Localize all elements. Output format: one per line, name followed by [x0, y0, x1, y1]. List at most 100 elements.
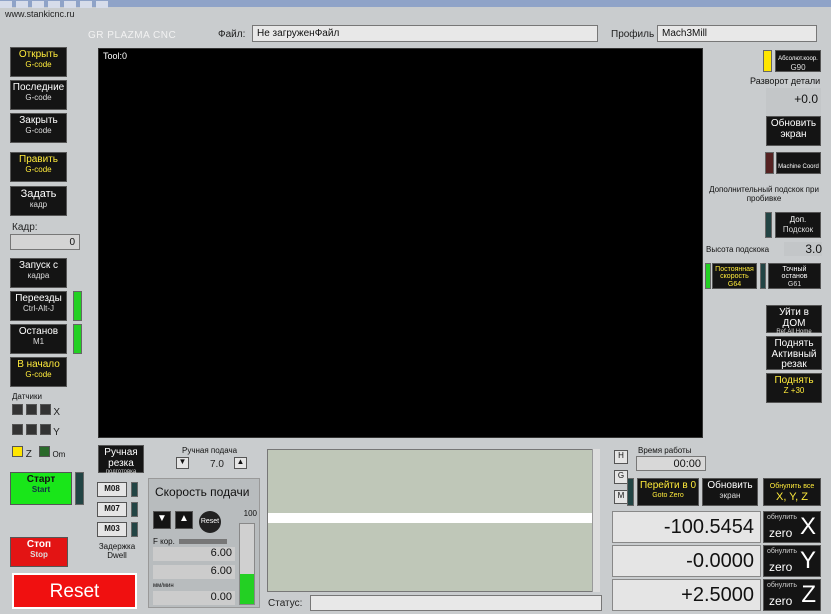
- jumps-main: Переезды: [15, 293, 62, 304]
- zero-all-button[interactable]: Обнулить все X, Y, Z: [763, 478, 821, 506]
- abs-coord-led: [763, 50, 772, 72]
- abs-coord-button[interactable]: Абсолют.коор. G90: [775, 50, 821, 72]
- sensor-row-x: X: [12, 404, 60, 418]
- set-line-button[interactable]: Задать кадр: [10, 186, 67, 216]
- set-line-main: Задать: [20, 188, 57, 200]
- goto-zero-main: Перейти в 0: [639, 480, 697, 491]
- reset-button[interactable]: Reset: [12, 573, 137, 609]
- sensor-row-y: Y: [12, 424, 60, 438]
- manual-cut-sub: подготовка: [105, 469, 137, 475]
- feed-percent-label: 100: [243, 509, 257, 518]
- sensor-indicator: [12, 424, 23, 435]
- dro-y[interactable]: -0.0000: [612, 545, 761, 577]
- manual-cut-button[interactable]: Ручная резка подготовка: [98, 445, 144, 475]
- zero-y-button[interactable]: обнулить zero Y: [763, 545, 821, 577]
- run-from-line-button[interactable]: Запуск с кадра: [10, 258, 67, 288]
- jumps-sub: Ctrl-Alt-J: [22, 303, 55, 313]
- h-button[interactable]: H: [614, 450, 628, 464]
- stop-main: Стоп: [26, 539, 52, 550]
- f-field: 6.00: [153, 565, 235, 579]
- sensor-indicator: [39, 404, 51, 415]
- m-button[interactable]: M: [614, 490, 628, 504]
- sensor-z-led: [12, 446, 23, 457]
- sensor-om-label: Om: [52, 450, 66, 459]
- top-tab-strip: [0, 0, 831, 8]
- rotation-value: +0.0: [766, 88, 821, 116]
- feed-override-slider[interactable]: [239, 523, 255, 605]
- manual-feed-up-button[interactable]: ▲: [234, 457, 247, 469]
- feed-reset-button[interactable]: Reset: [199, 511, 221, 533]
- exact-stop-sub: G61: [787, 280, 802, 288]
- abs-coord-main: Абсолют.коор.: [778, 56, 818, 62]
- axis-x-letter: X: [799, 513, 816, 540]
- close-sub: G-code: [25, 125, 52, 135]
- stop-button[interactable]: Стоп Stop: [10, 537, 68, 567]
- axis-z-letter: Z: [801, 581, 816, 608]
- raise-z30-button[interactable]: Поднять Z +30: [766, 373, 822, 403]
- go-home-main: Уйти в ДОМ: [779, 307, 809, 329]
- zero-all-main: Обнулить все: [769, 483, 815, 490]
- open-main: Открыть: [18, 49, 59, 60]
- raise-active-torch-button[interactable]: Поднять Активный резак: [766, 336, 822, 370]
- sensor-row-z: Z Om: [12, 446, 65, 460]
- line-number-field[interactable]: 0: [10, 234, 80, 250]
- g-button[interactable]: G: [614, 470, 628, 484]
- feed-down-button[interactable]: ▼: [153, 511, 171, 529]
- machine-coord-button[interactable]: Machine Coord: [776, 152, 821, 174]
- raise-z30-main: Поднять: [774, 375, 814, 386]
- extra-pierce-label: Дополнительный подскок при пробивке: [709, 185, 819, 203]
- recent-gcode-button[interactable]: Последние G-code: [10, 80, 67, 110]
- feed-up-button[interactable]: ▲: [175, 511, 193, 529]
- edit-gcode-button[interactable]: Править G-code: [10, 152, 67, 182]
- raise-z30-sub: Z +30: [783, 385, 805, 395]
- sensors-label: Датчики: [12, 392, 42, 401]
- close-gcode-button[interactable]: Закрыть G-code: [10, 113, 67, 143]
- const-speed-button[interactable]: Постоянная скорость G64: [712, 263, 757, 289]
- brand-label: GR PLAZMA CNC: [88, 30, 177, 41]
- rotation-label: Разворот детали: [750, 76, 821, 86]
- zero-y-top: обнулить: [767, 548, 797, 555]
- site-url: www.stankicnc.ru: [5, 9, 75, 19]
- const-speed-main: Постоянная скорость: [715, 266, 754, 281]
- profile-label: Профиль: [611, 29, 655, 40]
- manual-feed-value: 7.0: [210, 459, 224, 470]
- zero-x-button[interactable]: обнулить zero X: [763, 511, 821, 543]
- jumps-button[interactable]: Переезды Ctrl-Alt-J: [10, 291, 67, 321]
- stop-m1-main: Останов: [18, 326, 59, 337]
- extra-pierce-button[interactable]: Доп. Подскок: [775, 212, 821, 238]
- m03-button[interactable]: M03: [97, 522, 127, 537]
- jumps-led: [73, 291, 82, 321]
- rewind-button[interactable]: В начало G-code: [10, 357, 67, 387]
- refresh-screen-button[interactable]: Обновить экран: [702, 478, 758, 506]
- m07-button[interactable]: M07: [97, 502, 127, 517]
- rewind-sub: G-code: [25, 369, 52, 379]
- run-from-main: Запуск с: [18, 260, 59, 271]
- sensor-indicator: [12, 404, 23, 415]
- zero-z-button[interactable]: обнулить zero Z: [763, 579, 821, 611]
- exact-stop-main: Точный останов: [781, 266, 808, 281]
- pierce-height-value: 3.0: [784, 242, 822, 256]
- file-field: Не загруженФайл: [252, 25, 598, 42]
- tool-label: Tool:0: [103, 51, 128, 61]
- exact-stop-button[interactable]: Точный останов G61: [768, 263, 821, 289]
- m08-button[interactable]: M08: [97, 482, 127, 497]
- f-kor-bar: [179, 539, 227, 544]
- goto-zero-button[interactable]: Перейти в 0 Goto Zero: [637, 478, 699, 506]
- stop-sub: Stop: [30, 549, 48, 559]
- dro-x[interactable]: -100.5454: [612, 511, 761, 543]
- feed-override-fill: [240, 573, 254, 604]
- toolpath-display[interactable]: Tool:0: [98, 48, 703, 438]
- feed-title: Скорость подачи: [155, 485, 250, 499]
- refresh-top-button[interactable]: Обновить экран: [766, 116, 821, 146]
- sensor-indicator: [25, 404, 37, 415]
- go-home-button[interactable]: Уйти в ДОМ Ref.All Home: [766, 305, 822, 335]
- feed-rate-panel: Скорость подачи ▼ ▲ Reset 100 F кор. 6.0…: [148, 478, 260, 608]
- start-button[interactable]: Старт Start: [10, 472, 72, 505]
- gcode-scrollbar[interactable]: [592, 449, 600, 592]
- dro-z[interactable]: +2.5000: [612, 579, 761, 611]
- feed-actual-field: 0.00: [153, 591, 235, 605]
- optional-stop-button[interactable]: Останов M1: [10, 324, 67, 354]
- gcode-listing[interactable]: [267, 449, 600, 592]
- open-gcode-button[interactable]: Открыть G-code: [10, 47, 67, 77]
- manual-feed-down-button[interactable]: ▼: [176, 457, 189, 469]
